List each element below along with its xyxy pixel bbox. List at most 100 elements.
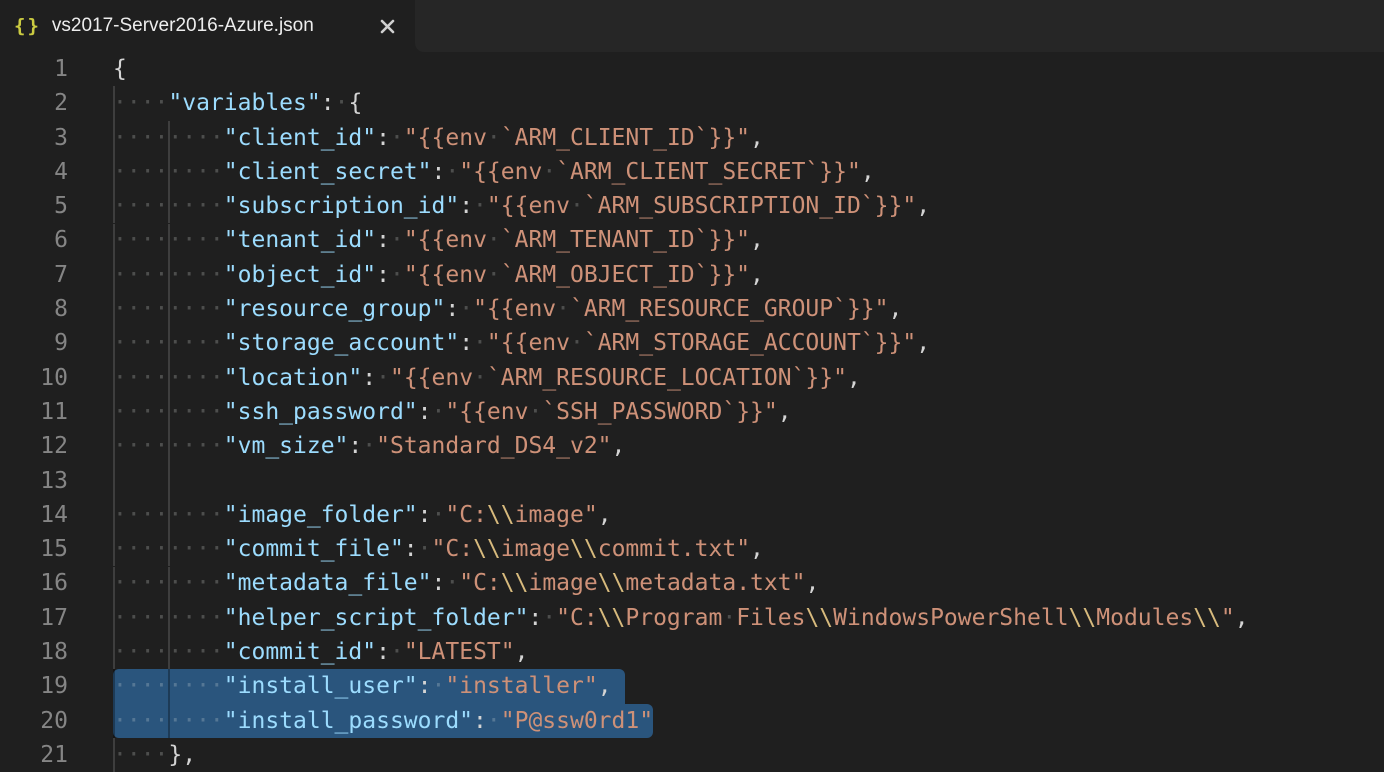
line-number[interactable]: 18: [0, 635, 113, 669]
token-punc: ,: [612, 433, 626, 459]
whitespace-dots: ········: [113, 708, 224, 734]
whitespace-dots: ·: [390, 639, 404, 665]
code-line[interactable]: 9········"storage_account":·"{{env·`ARM_…: [0, 326, 1384, 360]
whitespace-dots: ········: [113, 399, 224, 425]
line-number[interactable]: 20: [0, 704, 113, 738]
line-number[interactable]: 13: [0, 464, 113, 498]
token-punc: :: [418, 502, 432, 528]
token-str: image": [515, 502, 598, 528]
code-line[interactable]: 3········"client_id":·"{{env·`ARM_CLIENT…: [0, 121, 1384, 155]
code-line[interactable]: 12········"vm_size":·"Standard_DS4_v2",: [0, 429, 1384, 463]
active-tab[interactable]: {} vs2017-Server2016-Azure.json: [0, 0, 415, 52]
code-line[interactable]: 16········"metadata_file":·"C:\\image\\m…: [0, 566, 1384, 600]
line-number[interactable]: 14: [0, 498, 113, 532]
token-punc: ,: [598, 502, 612, 528]
line-number[interactable]: 3: [0, 121, 113, 155]
whitespace-dots: ········: [113, 433, 224, 459]
line-number[interactable]: 4: [0, 155, 113, 189]
whitespace-dots: ·: [445, 159, 459, 185]
line-content: ········"storage_account":·"{{env·`ARM_S…: [113, 326, 930, 360]
token-key: "client_secret": [224, 159, 432, 185]
line-number[interactable]: 1: [0, 52, 113, 86]
token-key: "client_id": [224, 125, 376, 151]
line-content: ········"install_user":·"installer",: [113, 669, 612, 703]
token-punc: :: [459, 193, 473, 219]
whitespace-dots: ·: [570, 193, 584, 219]
line-number[interactable]: 12: [0, 429, 113, 463]
editor[interactable]: 1{2····"variables":·{3········"client_id…: [0, 52, 1384, 772]
token-key: "install_password": [224, 708, 473, 734]
token-punc: :: [445, 296, 459, 322]
whitespace-dots: ·: [390, 125, 404, 151]
token-key: "ssh_password": [224, 399, 418, 425]
token-str: "{{env: [459, 159, 542, 185]
line-number[interactable]: 16: [0, 566, 113, 600]
whitespace-dots: ·: [542, 159, 556, 185]
code-line[interactable]: 11········"ssh_password":·"{{env·`SSH_PA…: [0, 395, 1384, 429]
code-line[interactable]: 20········"install_password":·"P@ssw0rd1…: [0, 704, 1384, 738]
line-number[interactable]: 8: [0, 292, 113, 326]
line-number[interactable]: 6: [0, 223, 113, 257]
line-number[interactable]: 21: [0, 738, 113, 772]
token-str: WindowsPowerShell: [833, 605, 1068, 631]
token-key: "commit_id": [224, 639, 376, 665]
token-esc: \\: [805, 605, 833, 631]
token-str: "C:: [459, 570, 501, 596]
whitespace-dots: ·: [473, 193, 487, 219]
line-number[interactable]: 9: [0, 326, 113, 360]
line-number[interactable]: 19: [0, 669, 113, 703]
token-punc: :: [404, 536, 418, 562]
token-str: "{{env: [404, 227, 487, 253]
line-content: ····"variables":·{: [113, 86, 362, 120]
code-line[interactable]: 17········"helper_script_folder":·"C:\\P…: [0, 601, 1384, 635]
line-number[interactable]: 5: [0, 189, 113, 223]
token-punc: :: [432, 570, 446, 596]
line-number[interactable]: 2: [0, 86, 113, 120]
token-punc: :: [376, 125, 390, 151]
code-line[interactable]: 18········"commit_id":·"LATEST",: [0, 635, 1384, 669]
line-number[interactable]: 10: [0, 361, 113, 395]
line-content: {: [113, 52, 127, 86]
code-line[interactable]: 7········"object_id":·"{{env·`ARM_OBJECT…: [0, 258, 1384, 292]
line-content: ········"resource_group":·"{{env·`ARM_RE…: [113, 292, 902, 326]
line-content: ········"install_password":·"P@ssw0rd1": [113, 704, 653, 738]
whitespace-dots: ·: [487, 708, 501, 734]
code-line[interactable]: 6········"tenant_id":·"{{env·`ARM_TENANT…: [0, 223, 1384, 257]
token-esc: \\: [1193, 605, 1221, 631]
token-str: image: [501, 536, 570, 562]
whitespace-dots: ········: [113, 159, 224, 185]
token-punc: ,: [1235, 605, 1249, 631]
line-number[interactable]: 15: [0, 532, 113, 566]
code-line[interactable]: 1{: [0, 52, 1384, 86]
tab-bar-empty-space: [415, 0, 1384, 52]
token-key: "variables": [168, 90, 320, 116]
line-content: ········"client_secret":·"{{env·`ARM_CLI…: [113, 155, 875, 189]
whitespace-dots: ·: [362, 433, 376, 459]
code-line[interactable]: 10········"location":·"{{env·`ARM_RESOUR…: [0, 361, 1384, 395]
code-line[interactable]: 4········"client_secret":·"{{env·`ARM_CL…: [0, 155, 1384, 189]
token-esc: \\: [598, 605, 626, 631]
code-line[interactable]: 14········"image_folder":·"C:\\image",: [0, 498, 1384, 532]
whitespace-dots: ········: [113, 365, 224, 391]
line-number[interactable]: 11: [0, 395, 113, 429]
tab-close-button[interactable]: [376, 15, 398, 37]
token-esc: \\: [598, 570, 626, 596]
token-str: `ARM_RESOURCE_LOCATION`}}": [487, 365, 847, 391]
token-punc: :: [418, 399, 432, 425]
whitespace-dots: ·: [432, 502, 446, 528]
code-line[interactable]: 13: [0, 464, 1384, 498]
code-line[interactable]: 5········"subscription_id":·"{{env·`ARM_…: [0, 189, 1384, 223]
whitespace-dots: ·: [528, 399, 542, 425]
close-icon: [379, 18, 396, 35]
code-line[interactable]: 21····},: [0, 738, 1384, 772]
token-str: Files: [736, 605, 805, 631]
line-content: ····},: [113, 738, 196, 772]
code-line[interactable]: 19········"install_user":·"installer",: [0, 669, 1384, 703]
code-line[interactable]: 8········"resource_group":·"{{env·`ARM_R…: [0, 292, 1384, 326]
line-number[interactable]: 17: [0, 601, 113, 635]
token-key: "image_folder": [224, 502, 418, 528]
token-str: image: [528, 570, 597, 596]
code-line[interactable]: 2····"variables":·{: [0, 86, 1384, 120]
line-number[interactable]: 7: [0, 258, 113, 292]
code-line[interactable]: 15········"commit_file":·"C:\\image\\com…: [0, 532, 1384, 566]
